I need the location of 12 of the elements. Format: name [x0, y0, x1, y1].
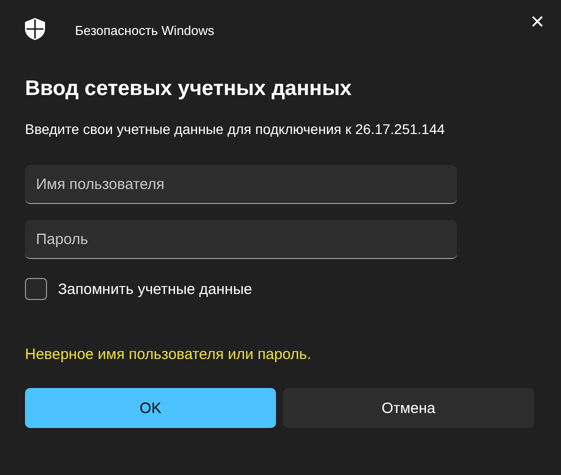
- checkbox[interactable]: [25, 278, 47, 300]
- window-title: Безопасность Windows: [75, 22, 214, 38]
- checkbox-label: Запомнить учетные данные: [58, 280, 252, 298]
- shield-icon: [25, 18, 45, 40]
- password-field[interactable]: Пароль: [25, 220, 457, 259]
- close-button[interactable]: ✕: [526, 10, 549, 35]
- cancel-button[interactable]: Отмена: [283, 388, 534, 428]
- dialog-heading: Ввод сетевых учетных данных: [25, 76, 353, 102]
- description-text: Введите свои учетные данные для подключения к 26.17.251.144: [25, 120, 446, 139]
- error-message: Неверное имя пользователя или пароль.: [25, 345, 312, 365]
- username-field[interactable]: Имя пользователя: [25, 165, 457, 204]
- ok-button[interactable]: OK: [25, 388, 276, 428]
